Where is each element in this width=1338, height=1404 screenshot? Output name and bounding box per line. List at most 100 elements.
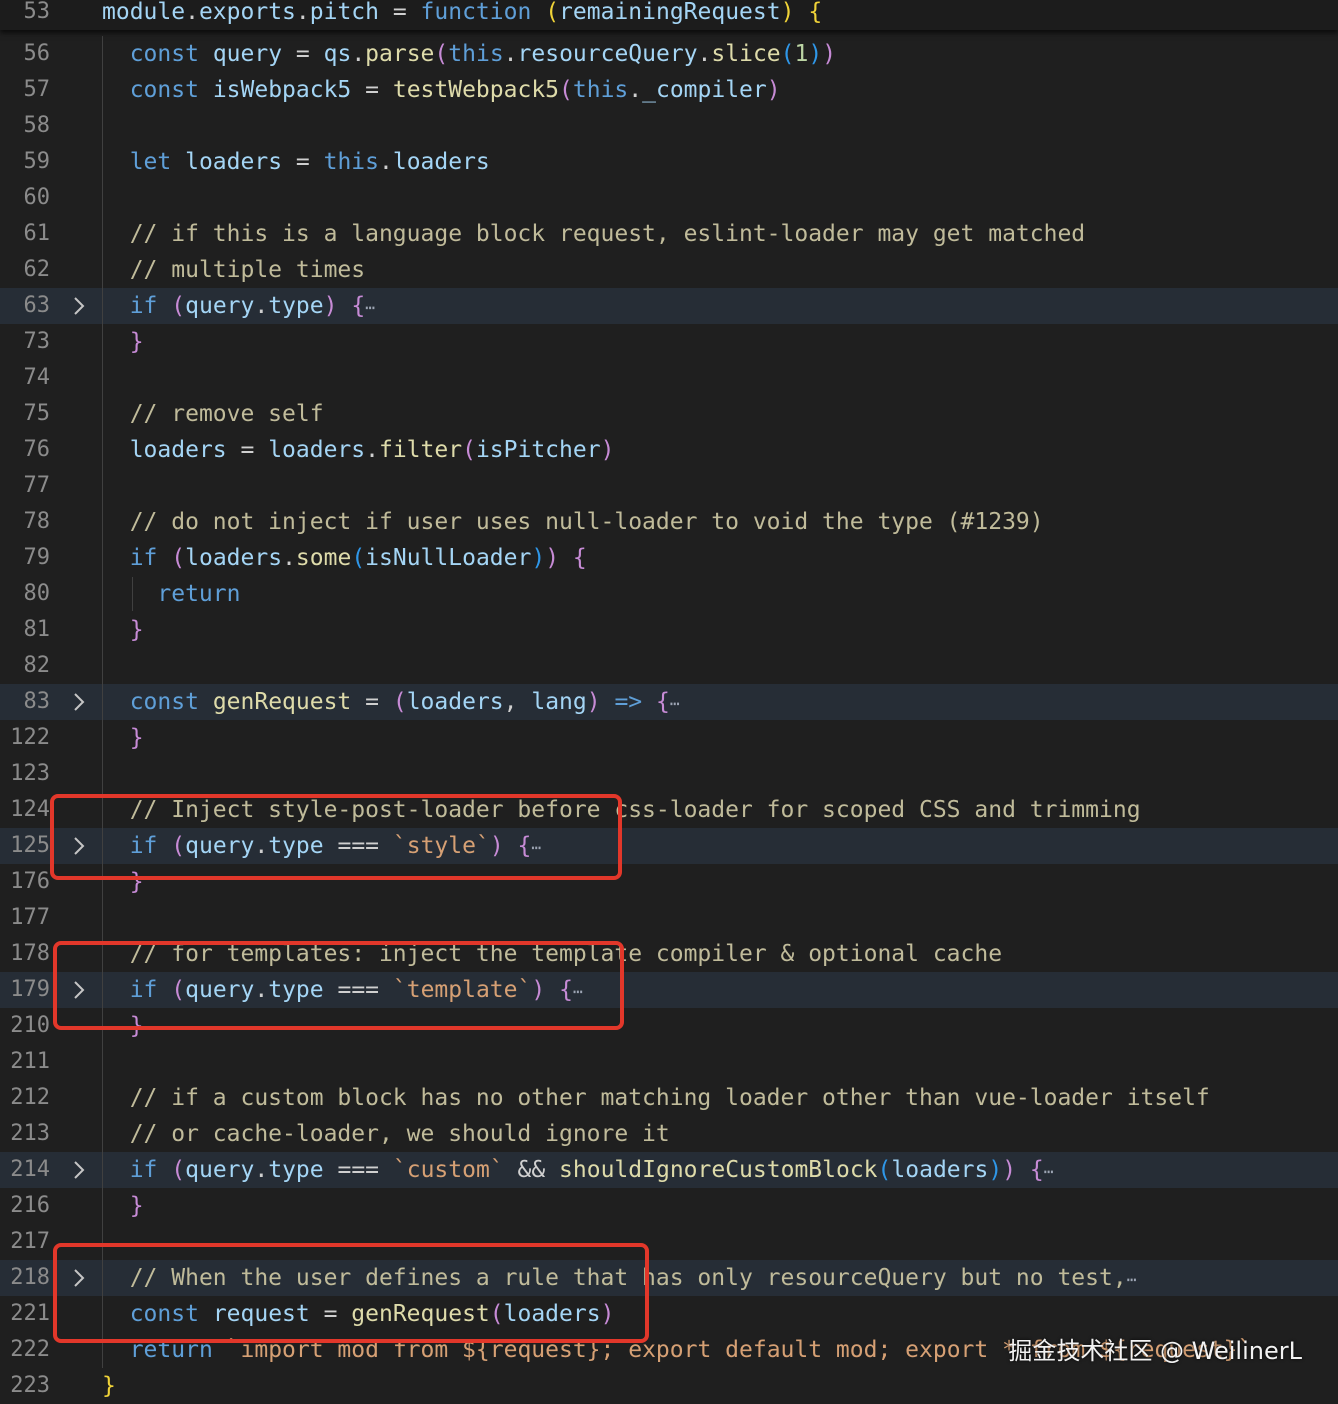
line-number: 218 [10, 1265, 50, 1290]
code-token: ) [822, 41, 837, 67]
code-text: } [102, 1188, 144, 1224]
code-line[interactable]: 77 [0, 468, 1338, 504]
code-line[interactable]: 60 [0, 180, 1338, 216]
code-token: = [226, 437, 269, 463]
code-line[interactable]: 61 // if this is a language block reques… [0, 216, 1338, 252]
code-line[interactable]: 73 } [0, 324, 1338, 360]
indent-guide [102, 36, 103, 1368]
code-token: parse [365, 41, 435, 67]
code-line[interactable]: 56 const query = qs.parse(this.resourceQ… [0, 36, 1338, 72]
code-token: return [157, 581, 241, 607]
fold-chevron-right-icon[interactable] [68, 691, 90, 713]
line-number: 79 [23, 545, 51, 570]
code-token: this [572, 77, 629, 103]
code-token: type [268, 1157, 324, 1183]
code-line[interactable]: 214 if (query.type === `custom` && shoul… [0, 1152, 1338, 1188]
line-number: 83 [23, 689, 51, 714]
line-number: 179 [10, 977, 50, 1002]
line-number: 217 [10, 1229, 50, 1254]
code-token: function [420, 0, 532, 25]
code-text: const query = qs.parse(this.resourceQuer… [102, 36, 836, 72]
code-line[interactable]: 216 } [0, 1188, 1338, 1224]
folded-ellipsis-icon[interactable]: ⋯ [365, 298, 375, 317]
code-text: const genRequest = (loaders, lang) => {⋯ [102, 684, 680, 722]
code-token: qs [323, 41, 352, 67]
code-text: // multiple times [102, 252, 365, 288]
folded-ellipsis-icon[interactable]: ⋯ [670, 694, 680, 713]
code-token: . [628, 77, 643, 103]
code-line[interactable]: 76 loaders = loaders.filter(isPitcher) [0, 432, 1338, 468]
code-token: ( [545, 0, 560, 25]
code-line[interactable]: 57 const isWebpack5 = testWebpack5(this.… [0, 72, 1338, 108]
code-line[interactable]: 63 if (query.type) {⋯ [0, 288, 1338, 324]
line-number: 75 [23, 401, 51, 426]
code-line[interactable]: 81 } [0, 612, 1338, 648]
code-token: const [129, 41, 199, 67]
code-line[interactable]: 62 // multiple times [0, 252, 1338, 288]
line-number: 214 [10, 1157, 50, 1182]
code-token: . [697, 41, 712, 67]
code-token: ( [462, 437, 476, 463]
code-line[interactable]: 223} [0, 1368, 1338, 1404]
code-line[interactable]: 74 [0, 360, 1338, 396]
code-token: 1 [794, 41, 809, 67]
fold-chevron-right-icon[interactable] [68, 295, 90, 317]
code-line[interactable]: 79 if (loaders.some(isNullLoader)) { [0, 540, 1338, 576]
code-line[interactable]: 80 return [0, 576, 1338, 612]
code-line[interactable]: 177 [0, 900, 1338, 936]
code-token: // remove self [129, 401, 324, 427]
code-line[interactable]: 82 [0, 648, 1338, 684]
line-number: 222 [10, 1337, 50, 1362]
code-token: = [379, 0, 421, 25]
code-editor[interactable]: 53 module.exports.pitch = function (remai… [0, 0, 1338, 1400]
code-token: ) [586, 689, 601, 715]
fold-chevron-right-icon[interactable] [68, 1159, 90, 1181]
code-line[interactable]: 212 // if a custom block has no other ma… [0, 1080, 1338, 1116]
line-number: 221 [10, 1301, 50, 1326]
code-line[interactable]: 58 [0, 108, 1338, 144]
code-token: const [129, 77, 199, 103]
code-line[interactable]: 123 [0, 756, 1338, 792]
code-line[interactable]: 211 [0, 1044, 1338, 1080]
code-line[interactable]: 122 } [0, 720, 1338, 756]
code-token: . [351, 41, 366, 67]
code-token: loaders [268, 437, 366, 463]
line-number: 212 [10, 1085, 50, 1110]
code-text: if (query.type === `custom` && shouldIgn… [102, 1152, 1054, 1190]
code-token: = [351, 77, 393, 103]
code-line[interactable]: 213 // or cache-loader, we should ignore… [0, 1116, 1338, 1152]
code-token: this [323, 149, 379, 175]
code-token: remainingRequest [559, 0, 781, 25]
line-number: 123 [10, 761, 50, 786]
code-token: loaders [406, 689, 504, 715]
code-text: } [102, 612, 144, 648]
code-line[interactable]: 59 let loaders = this.loaders [0, 144, 1338, 180]
code-token: { [808, 0, 823, 25]
code-token: { [656, 689, 670, 715]
line-number: 53 [23, 0, 51, 24]
code-line[interactable]: 75 // remove self [0, 396, 1338, 432]
line-number: 73 [23, 329, 51, 354]
code-token: testWebpack5 [392, 77, 560, 103]
folded-ellipsis-icon[interactable]: ⋯ [1044, 1162, 1054, 1181]
code-line[interactable]: 83 const genRequest = (loaders, lang) =>… [0, 684, 1338, 720]
folded-ellipsis-icon[interactable]: ⋯ [1127, 1270, 1137, 1289]
code-token: } [129, 1193, 144, 1219]
code-token: . [295, 0, 310, 25]
code-line[interactable]: 78 // do not inject if user uses null-lo… [0, 504, 1338, 540]
code-token: query [212, 41, 283, 67]
code-text: if (query.type) {⋯ [102, 288, 375, 326]
code-token: this [448, 41, 504, 67]
code-line[interactable]: 53 module.exports.pitch = function (remai… [0, 0, 1338, 30]
